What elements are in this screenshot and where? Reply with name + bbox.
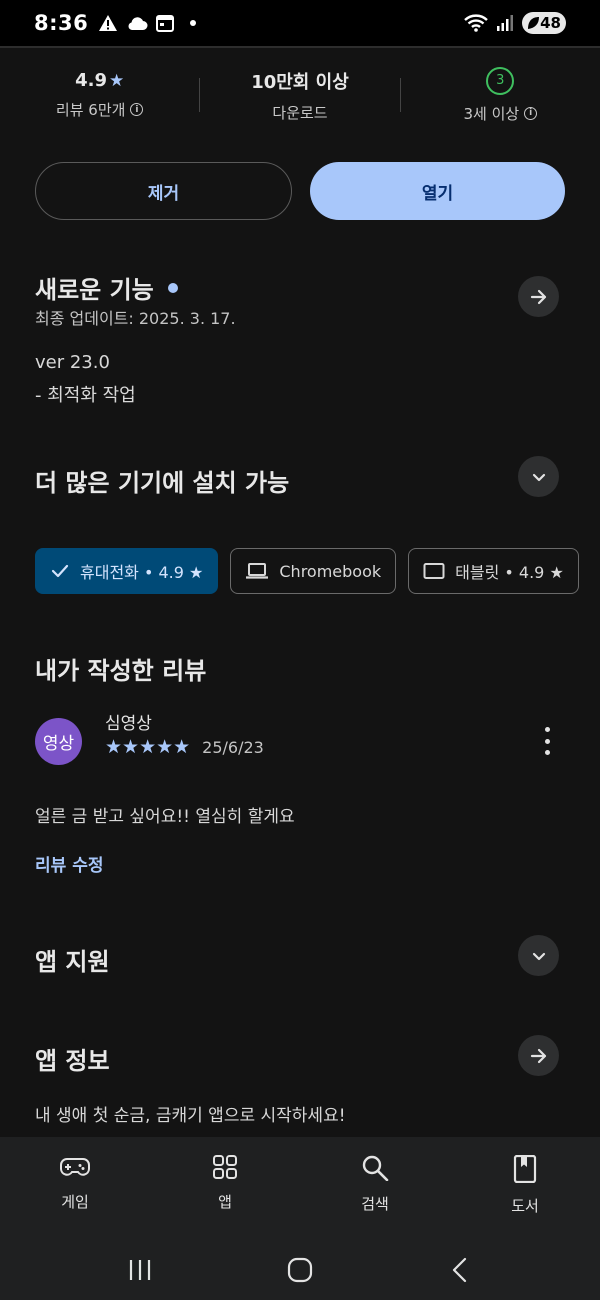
back-button[interactable] [440, 1250, 480, 1290]
status-time: 8:36 [34, 11, 89, 35]
warning-icon [99, 15, 118, 31]
app-stats-row: 4.9 ★ 리뷰 6만개 i 10만회 이상 다운로드 3 3세 이상 i [0, 60, 600, 130]
system-navigation-bar [0, 1240, 600, 1300]
search-icon [362, 1155, 389, 1181]
nav-item-search[interactable]: 검색 [300, 1137, 450, 1240]
apps-grid-icon [213, 1155, 237, 1179]
recent-apps-button[interactable] [120, 1250, 160, 1290]
back-icon [452, 1257, 467, 1283]
battery-indicator: 48 [522, 12, 566, 34]
review-text: 얼른 금 받고 싶어요!! 열심히 할게요 [35, 807, 295, 827]
age-rating-badge-icon: 3 [486, 66, 515, 95]
device-chip-label: 휴대전화 • 4.9 ★ [80, 563, 204, 582]
device-chip-label: Chromebook [279, 561, 382, 581]
avatar: 영상 [35, 718, 82, 765]
age-rating-stat[interactable]: 3 3세 이상 i [401, 60, 600, 130]
app-info-title: 앱 정보 [35, 1047, 110, 1075]
tablet-icon [423, 563, 445, 579]
more-notifications-dot [190, 20, 197, 26]
bottom-navigation: 게임 앱 검색 도서 [0, 1137, 600, 1240]
whats-new-title-text: 새로운 기능 [35, 276, 154, 304]
laptop-icon [246, 563, 269, 579]
signal-icon [497, 15, 513, 31]
device-chip-label: 태블릿 • 4.9 ★ [455, 563, 564, 582]
device-chip-chromebook[interactable]: Chromebook [230, 548, 397, 594]
device-chip-phone[interactable]: 휴대전화 • 4.9 ★ [35, 548, 219, 594]
open-button[interactable]: 열기 [310, 162, 565, 220]
app-description: 내 생애 첫 순금, 금캐기 앱으로 시작하세요! [35, 1106, 346, 1126]
header-divider [0, 46, 600, 48]
info-icon: i [524, 106, 538, 120]
star-icon: ★ [108, 70, 125, 91]
star-rating-icons: ★★★★★ [105, 736, 191, 758]
calendar-icon [156, 15, 175, 32]
downloads-value: 10만회 이상 [251, 71, 349, 93]
app-support-expand-button[interactable] [518, 935, 559, 976]
check-icon [51, 564, 69, 578]
downloads-label: 다운로드 [272, 103, 328, 122]
nav-label: 도서 [511, 1197, 539, 1215]
rating-value: 4.9 [75, 70, 107, 91]
home-icon [287, 1257, 313, 1283]
app-info-arrow-button[interactable] [518, 1035, 559, 1076]
chevron-down-icon [532, 952, 545, 960]
book-icon [513, 1155, 537, 1183]
more-devices-title: 더 많은 기기에 설치 가능 [35, 469, 290, 497]
status-notification-icons [98, 14, 197, 32]
age-rating-label: 3세 이상 [463, 104, 520, 123]
chevron-down-icon [532, 473, 545, 481]
my-review-title: 내가 작성한 리뷰 [35, 657, 207, 685]
arrow-right-icon [530, 1048, 546, 1063]
nav-item-apps[interactable]: 앱 [150, 1137, 300, 1240]
nav-label: 게임 [61, 1193, 89, 1211]
rating-stat[interactable]: 4.9 ★ 리뷰 6만개 i [0, 60, 199, 130]
release-note: - 최적화 작업 [35, 385, 136, 406]
gamepad-icon [60, 1158, 90, 1176]
new-indicator-dot [167, 282, 178, 293]
review-date: 25/6/23 [202, 737, 264, 757]
status-system-icons: 48 [464, 12, 566, 34]
cloud-icon [128, 17, 148, 30]
status-bar: 8:36 48 [0, 0, 600, 46]
whats-new-title: 새로운 기능 [35, 270, 178, 305]
more-options-icon[interactable] [540, 727, 554, 755]
wifi-icon [464, 14, 488, 32]
nav-item-games[interactable]: 게임 [0, 1137, 150, 1240]
uninstall-button[interactable]: 제거 [35, 162, 292, 220]
reviewer-name: 심영상 [105, 714, 152, 734]
device-chips: 휴대전화 • 4.9 ★ Chromebook 태블릿 • 4.9 ★ [35, 548, 579, 594]
recent-apps-icon [129, 1260, 151, 1280]
edit-review-link[interactable]: 리뷰 수정 [35, 851, 103, 876]
review-rating: ★★★★★ 25/6/23 [105, 736, 264, 758]
nav-label: 앱 [218, 1193, 232, 1211]
reviews-count: 리뷰 6만개 [55, 101, 126, 119]
action-buttons: 제거 열기 [35, 162, 565, 220]
device-chip-tablet[interactable]: 태블릿 • 4.9 ★ [408, 548, 579, 594]
nav-item-books[interactable]: 도서 [450, 1137, 600, 1240]
arrow-right-icon [530, 289, 546, 304]
app-support-title: 앱 지원 [35, 948, 110, 976]
info-icon: i [130, 103, 144, 116]
last-updated: 최종 업데이트: 2025. 3. 17. [35, 309, 236, 328]
whats-new-arrow-button[interactable] [518, 276, 559, 317]
more-devices-expand-button[interactable] [518, 456, 559, 497]
home-button[interactable] [280, 1250, 320, 1290]
nav-label: 검색 [361, 1195, 389, 1213]
power-saving-leaf-icon [528, 17, 539, 29]
downloads-stat: 10만회 이상 다운로드 [200, 60, 399, 130]
battery-level: 48 [540, 14, 561, 32]
version-text: ver 23.0 [35, 352, 110, 373]
